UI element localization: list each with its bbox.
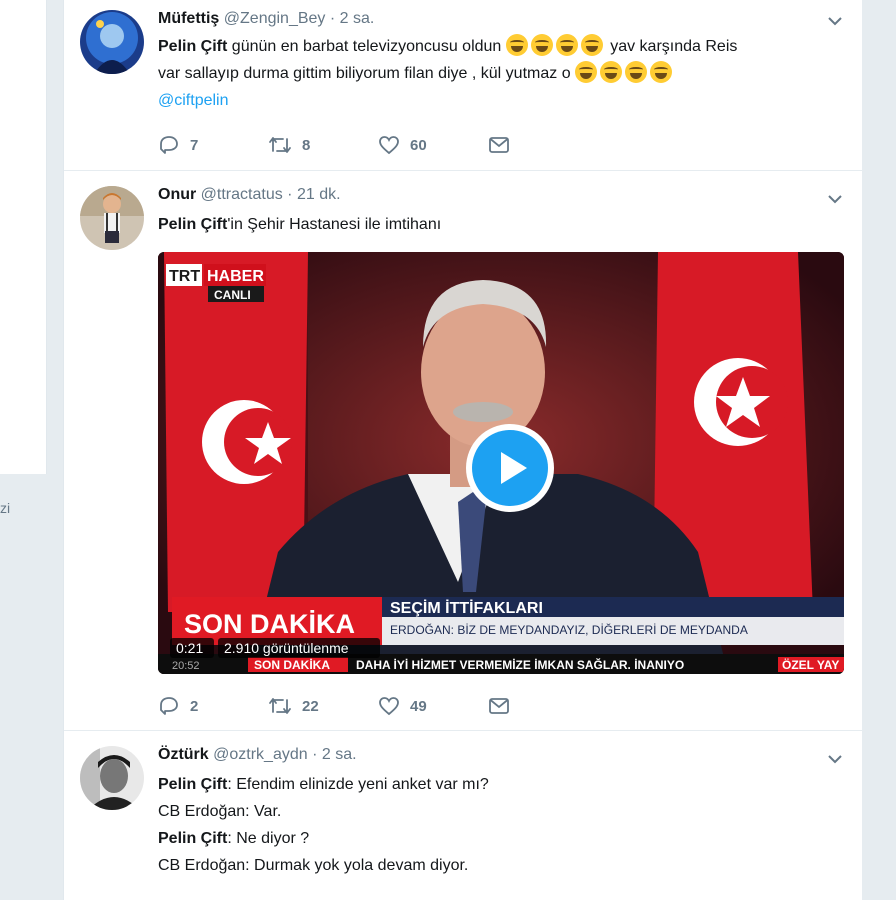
mention-name: Pelin Çift bbox=[158, 776, 228, 793]
tweet-text-part: 'in Şehir Hastanesi ile imtihanı bbox=[227, 216, 442, 233]
avatar[interactable] bbox=[80, 10, 144, 74]
chevron-down-icon[interactable] bbox=[826, 750, 844, 768]
right-gutter bbox=[862, 0, 896, 900]
retweet-icon bbox=[269, 698, 291, 714]
tweet-text: Pelin Çift: Efendim elinizde yeni anket … bbox=[158, 771, 838, 879]
laughing-emoji-icon bbox=[555, 34, 578, 56]
channel-logo-haber: HABER bbox=[207, 268, 264, 285]
retweet-count: 8 bbox=[302, 136, 311, 154]
laughing-emoji-icon bbox=[505, 34, 528, 56]
retweet-icon bbox=[269, 137, 291, 153]
mention-name: Pelin Çift bbox=[158, 38, 228, 55]
laughing-emoji-icon bbox=[580, 34, 603, 56]
video-headline: SEÇİM İTTİFAKLARI bbox=[390, 599, 543, 617]
like-icon bbox=[379, 697, 399, 716]
mention-name: Pelin Çift bbox=[158, 216, 228, 233]
display-name[interactable]: Onur bbox=[158, 186, 196, 203]
tweet-text: Pelin Çift günün en barbat televizyoncus… bbox=[158, 33, 838, 114]
tweet-header: Müfettiş @Zengin_Bey · 2 sa. bbox=[158, 10, 374, 28]
user-handle[interactable]: @ttractatus bbox=[201, 186, 283, 203]
video-duration: 0:21 bbox=[176, 640, 203, 656]
separator-dot: · bbox=[287, 186, 293, 203]
display-name[interactable]: Öztürk bbox=[158, 746, 209, 763]
laughing-emoji-icon bbox=[600, 61, 623, 83]
tweet[interactable]: Onur @ttractatus · 21 dk. Pelin Çift'in … bbox=[64, 171, 862, 731]
reply-count: 7 bbox=[190, 136, 199, 154]
tweet-header: Öztürk @oztrk_aydn · 2 sa. bbox=[158, 746, 357, 764]
separator-dot: · bbox=[312, 746, 318, 763]
ticker-time: 20:52 bbox=[172, 660, 200, 672]
tweet-text-part: : Ne diyor ? bbox=[227, 830, 310, 847]
ticker-text: DAHA İYİ HİZMET VERMEMİZE İMKAN SAĞLAR. … bbox=[356, 657, 684, 672]
avatar[interactable] bbox=[80, 186, 144, 250]
mention-name: Pelin Çift bbox=[158, 830, 228, 847]
timestamp[interactable]: 2 sa. bbox=[340, 10, 375, 27]
avatar[interactable] bbox=[80, 746, 144, 810]
tweet-text-line: CB Erdoğan: Durmak yok yola devam diyor. bbox=[158, 857, 469, 874]
live-badge: CANLI bbox=[214, 288, 251, 302]
tweet-header: Onur @ttractatus · 21 dk. bbox=[158, 186, 341, 204]
video-view-count: 2.910 görüntülenme bbox=[224, 640, 349, 656]
message-icon bbox=[489, 698, 509, 714]
tweet-text-part: günün en barbat televizyoncusu oldun bbox=[227, 38, 506, 55]
reply-count: 2 bbox=[190, 697, 199, 715]
chevron-down-icon[interactable] bbox=[826, 12, 844, 30]
like-count: 60 bbox=[410, 136, 427, 154]
breaking-news-label: SON DAKİKA bbox=[184, 609, 355, 639]
tweet-text-part: : Efendim elinizde yeni anket var mı? bbox=[227, 776, 489, 793]
timeline-feed: Müfettiş @Zengin_Bey · 2 sa. Pelin Çift … bbox=[63, 0, 863, 900]
message-button[interactable] bbox=[488, 696, 598, 716]
like-count: 49 bbox=[410, 697, 427, 715]
play-icon[interactable] bbox=[464, 422, 556, 514]
retweet-button[interactable]: 22 bbox=[268, 696, 378, 716]
like-button[interactable]: 49 bbox=[378, 696, 488, 716]
reply-icon bbox=[160, 697, 178, 715]
laughing-emoji-icon bbox=[650, 61, 673, 83]
tweet-text-line2: var sallayıp durma gittim biliyorum fila… bbox=[158, 65, 576, 82]
mention-link[interactable]: @ciftpelin bbox=[158, 92, 229, 109]
ticker-tag-2: ÖZEL YAY bbox=[782, 657, 839, 672]
reply-button[interactable]: 2 bbox=[158, 696, 268, 716]
retweet-count: 22 bbox=[302, 697, 319, 715]
timestamp[interactable]: 2 sa. bbox=[322, 746, 357, 763]
tweet-actions: 7 8 60 bbox=[158, 133, 598, 157]
laughing-emoji-icon bbox=[530, 34, 553, 56]
video-player[interactable]: TRT HABER CANLI SON DAKİKA SEÇİM İTTİFAK… bbox=[158, 252, 844, 674]
user-handle[interactable]: @oztrk_aydn bbox=[213, 746, 308, 763]
tweet-actions: 2 22 49 bbox=[158, 694, 598, 718]
ticker-tag: SON DAKİKA bbox=[254, 657, 330, 672]
user-handle[interactable]: @Zengin_Bey bbox=[224, 10, 326, 27]
retweet-button[interactable]: 8 bbox=[268, 135, 378, 155]
video-subline: ERDOĞAN: BİZ DE MEYDANDAYIZ, DİĞERLERİ D… bbox=[390, 622, 748, 637]
laughing-emoji-icon bbox=[625, 61, 648, 83]
tweet-text-line: CB Erdoğan: Var. bbox=[158, 803, 282, 820]
reply-icon bbox=[160, 136, 178, 154]
left-sidebar-card bbox=[0, 0, 47, 474]
separator-dot: · bbox=[329, 10, 336, 27]
tweet-text: Pelin Çift'in Şehir Hastanesi ile imtiha… bbox=[158, 211, 838, 238]
like-button[interactable]: 60 bbox=[378, 135, 488, 155]
left-sidebar-fragment: zi bbox=[0, 500, 11, 516]
tweet[interactable]: Müfettiş @Zengin_Bey · 2 sa. Pelin Çift … bbox=[64, 0, 862, 171]
tweet-text-part: yav karşında Reis bbox=[605, 38, 738, 55]
reply-button[interactable]: 7 bbox=[158, 135, 268, 155]
channel-logo-trt: TRT bbox=[169, 268, 200, 285]
message-icon bbox=[489, 137, 509, 153]
timestamp[interactable]: 21 dk. bbox=[297, 186, 341, 203]
tweet[interactable]: Öztürk @oztrk_aydn · 2 sa. Pelin Çift: E… bbox=[64, 731, 862, 900]
like-icon bbox=[379, 136, 399, 155]
message-button[interactable] bbox=[488, 135, 598, 155]
display-name[interactable]: Müfettiş bbox=[158, 10, 219, 27]
laughing-emoji-icon bbox=[575, 61, 598, 83]
chevron-down-icon[interactable] bbox=[826, 190, 844, 208]
